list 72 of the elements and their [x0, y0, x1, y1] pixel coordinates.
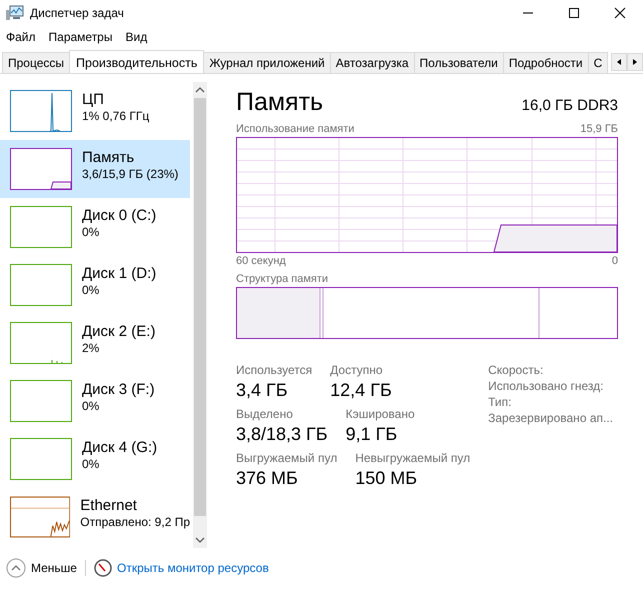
stat-value: 3,8/18,3 ГБ: [236, 424, 328, 445]
stat-value: 9,1 ГБ: [346, 424, 398, 445]
panel-title: Память: [236, 88, 324, 117]
sidebar-item[interactable]: Ethernet Отправлено: 9,2 Пр: [0, 488, 190, 546]
device-detail: 0%: [82, 225, 100, 240]
device-detail: 0%: [82, 283, 100, 298]
scroll-left-icon: [615, 57, 623, 67]
menu-item[interactable]: Вид: [121, 30, 156, 44]
chart-max-label: 15,9 ГБ: [580, 123, 618, 135]
sidebar-item[interactable]: Диск 1 (D:) 0%: [0, 256, 190, 314]
scroll-left-button[interactable]: [611, 53, 627, 71]
memory-spec: 16,0 ГБ DDR3: [522, 97, 618, 114]
window-title: Диспетчер задач: [30, 6, 125, 20]
sidebar-item[interactable]: Диск 2 (E:) 2%: [0, 314, 190, 372]
chart-label: Структура памяти: [236, 273, 328, 285]
scroll-right-icon: [631, 57, 639, 67]
close-icon: [614, 7, 626, 19]
stat-label: Доступно: [330, 363, 384, 377]
detail-label: Зарезервировано ап...: [488, 411, 613, 425]
stat-label: Используется: [236, 363, 312, 377]
menu-item[interactable]: Параметры: [44, 30, 122, 44]
sidebar-item[interactable]: Память 3,6/15,9 ГБ (23%): [0, 140, 190, 198]
tab[interactable]: Производительность: [69, 50, 204, 73]
scroll-up-icon: [195, 86, 205, 94]
device-name: Диск 2 (E:): [82, 323, 156, 341]
sidebar-item[interactable]: Диск 4 (G:) 0%: [0, 430, 190, 488]
stat-label: Выгружаемый пул: [236, 451, 338, 465]
device-detail: 2%: [82, 341, 100, 356]
sidebar-item[interactable]: Диск 0 (C:) 0%: [0, 198, 190, 256]
time-axis-label: 60 секунд: [236, 255, 286, 267]
device-name: Ethernet: [80, 497, 138, 515]
stat-label: Кэшировано: [346, 407, 415, 421]
gauge-icon: [94, 559, 112, 577]
stat-value: 12,4 ГБ: [330, 380, 392, 401]
stat-value: 376 МБ: [236, 468, 299, 489]
menu-item[interactable]: Файл: [2, 30, 45, 44]
stat-label: Выделено: [236, 407, 294, 421]
tab[interactable]: Журнал приложений: [203, 52, 331, 73]
tab[interactable]: Автозагрузка: [330, 52, 415, 73]
device-detail: 1% 0,76 ГГц: [82, 109, 150, 124]
device-name: Память: [82, 149, 136, 167]
scroll-right-button[interactable]: [627, 53, 643, 71]
stat-value: 3,4 ГБ: [236, 380, 289, 401]
device-name: Диск 0 (C:): [82, 207, 156, 225]
time-axis-label: 0: [612, 255, 618, 267]
tab[interactable]: Подробности: [502, 52, 589, 73]
device-name: ЦП: [82, 91, 105, 109]
device-name: Диск 4 (G:): [82, 439, 158, 457]
detail-label: Использовано гнезд:: [488, 379, 604, 393]
collapse-icon: [6, 558, 26, 578]
tab[interactable]: Процессы: [2, 52, 70, 73]
detail-label: Скорость:: [488, 363, 544, 377]
stat-label: Невыгружаемый пул: [355, 451, 470, 465]
tab[interactable]: Пользователи: [414, 52, 504, 73]
device-name: Диск 1 (D:): [82, 265, 156, 283]
device-name: Диск 3 (F:): [82, 381, 155, 399]
task-manager-icon: [6, 5, 24, 21]
chart-label: Использование памяти: [236, 123, 354, 135]
detail-label: Тип:: [488, 395, 512, 409]
device-detail: 0%: [82, 399, 100, 414]
stat-value: 150 МБ: [355, 468, 418, 489]
scroll-down-icon: [195, 536, 205, 544]
device-detail: 0%: [82, 457, 100, 472]
sidebar-item[interactable]: ЦП 1% 0,76 ГГц: [0, 82, 190, 140]
scrollbar[interactable]: [193, 82, 207, 548]
maximize-icon: [568, 7, 580, 19]
fewer-details-button[interactable]: Меньше: [31, 561, 77, 575]
device-detail: 3,6/15,9 ГБ (23%): [82, 167, 178, 182]
resource-monitor-link[interactable]: Открыть монитор ресурсов: [116, 561, 269, 575]
device-detail: Отправлено: 9,2 Пр: [80, 515, 190, 530]
tab[interactable]: С: [588, 52, 608, 73]
sidebar-item[interactable]: Диск 3 (F:) 0%: [0, 372, 190, 430]
